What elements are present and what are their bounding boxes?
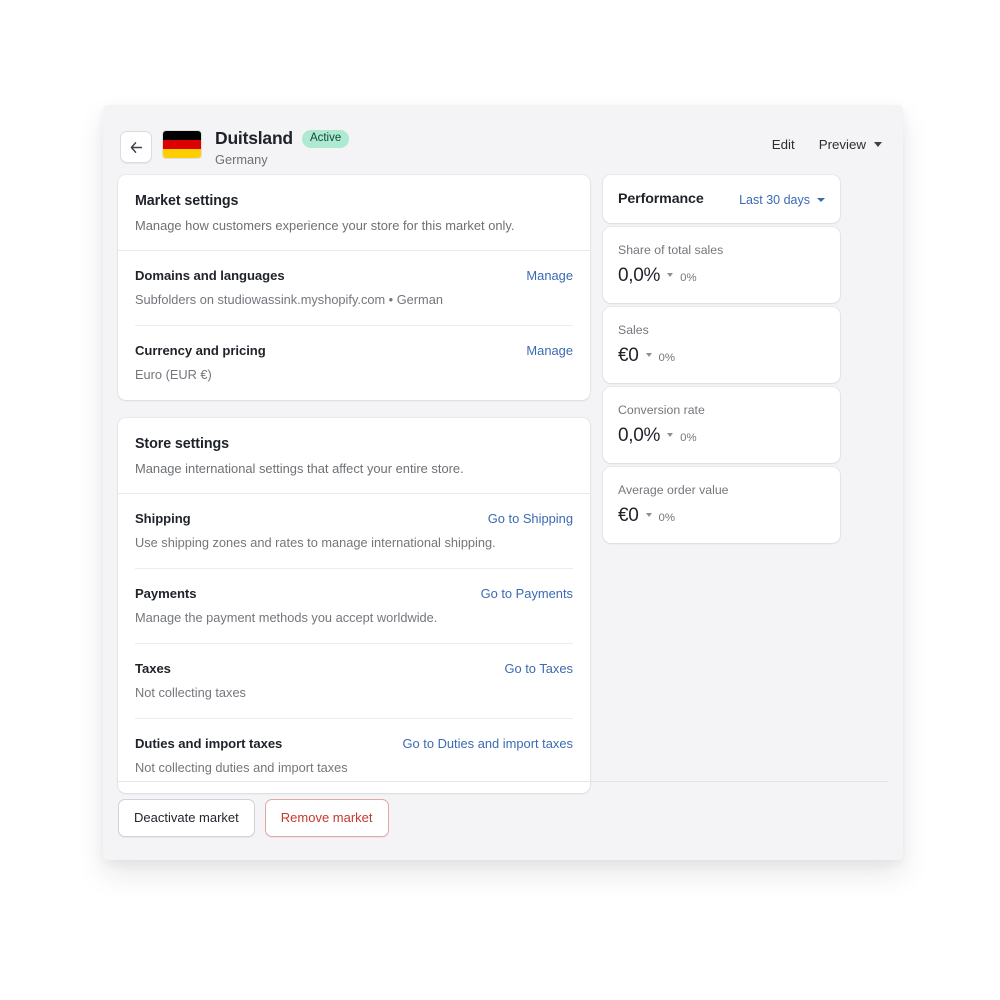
trend-down-icon [645,353,652,357]
edit-button[interactable]: Edit [772,136,795,153]
store-settings-title: Store settings [135,436,229,452]
metric-conversion-rate: Conversion rate 0,0% 0% [603,387,840,463]
setting-row-title: Currency and pricing [135,343,266,358]
setting-row-title: Taxes [135,661,171,676]
page-header: Duitsland Active Germany Edit Preview [103,105,903,175]
metric-value: 0,0% [618,425,661,446]
store-settings-description: Manage international settings that affec… [135,461,464,476]
metric-value: €0 [618,505,639,526]
date-range-selector[interactable]: Last 30 days [739,192,825,208]
market-detail-app: Duitsland Active Germany Edit Preview Ma… [103,105,903,860]
setting-row-shipping: Shipping Go to Shipping Use shipping zon… [135,494,573,568]
date-range-label: Last 30 days [739,192,810,207]
back-button[interactable] [120,131,152,163]
metric-delta: 0% [658,352,676,364]
chevron-down-icon [817,197,825,202]
setting-row-taxes: Taxes Go to Taxes Not collecting taxes [135,643,573,718]
metric-label: Average order value [618,483,729,497]
performance-column: Performance Last 30 days Share of total … [603,175,840,543]
manage-domains-link[interactable]: Manage [526,267,573,284]
market-settings-card: Market settings Manage how customers exp… [118,175,590,400]
trend-down-icon [645,513,652,517]
market-country: Germany [215,152,268,167]
header-actions: Edit Preview [772,136,882,153]
page-title: Duitsland [215,128,293,148]
deactivate-market-button[interactable]: Deactivate market [118,799,255,837]
setting-row-description: Not collecting duties and import taxes [135,760,348,775]
preview-button[interactable]: Preview [819,136,882,153]
trend-down-icon [667,433,674,437]
go-to-shipping-link[interactable]: Go to Shipping [488,510,573,527]
metric-delta: 0% [680,272,697,284]
manage-currency-link[interactable]: Manage [526,342,573,359]
germany-flag-icon [163,131,201,158]
setting-row-title: Payments [135,586,197,601]
market-settings-description: Manage how customers experience your sto… [135,218,515,233]
setting-row-description: Manage the payment methods you accept wo… [135,610,438,625]
trend-down-icon [667,273,674,277]
performance-title: Performance [618,191,704,207]
arrow-left-icon [129,140,144,155]
setting-row-description: Subfolders on studiowassink.myshopify.co… [135,292,443,307]
chevron-down-icon [874,142,882,147]
setting-row-title: Duties and import taxes [135,736,283,751]
setting-row-domains-and-languages: Domains and languages Manage Subfolders … [135,251,573,325]
metric-label: Conversion rate [618,403,705,417]
setting-row-payments: Payments Go to Payments Manage the payme… [135,568,573,643]
metric-delta: 0% [658,512,676,524]
metric-value: 0,0% [618,265,661,286]
market-settings-title: Market settings [135,193,239,209]
settings-column: Market settings Manage how customers exp… [118,175,590,793]
setting-row-description: Euro (EUR €) [135,367,212,382]
market-settings-header: Market settings Manage how customers exp… [118,175,590,250]
setting-row-title: Shipping [135,511,191,526]
performance-header: Performance Last 30 days [603,175,840,223]
metric-sales: Sales €0 0% [603,307,840,383]
metric-label: Share of total sales [618,243,724,257]
go-to-taxes-link[interactable]: Go to Taxes [504,660,573,677]
metric-share-of-total-sales: Share of total sales 0,0% 0% [603,227,840,303]
status-badge: Active [301,129,350,148]
setting-row-currency-and-pricing: Currency and pricing Manage Euro (EUR €) [135,325,573,400]
go-to-duties-link[interactable]: Go to Duties and import taxes [402,735,573,752]
page-footer: Deactivate market Remove market [118,781,888,837]
metric-value: €0 [618,345,639,366]
store-settings-card: Store settings Manage international sett… [118,418,590,793]
performance-card: Performance Last 30 days [603,175,840,223]
market-identity: Duitsland Active Germany [215,128,350,168]
go-to-payments-link[interactable]: Go to Payments [481,585,573,602]
metric-delta: 0% [680,432,697,444]
store-settings-rows: Shipping Go to Shipping Use shipping zon… [118,494,590,793]
setting-row-description: Use shipping zones and rates to manage i… [135,535,496,550]
market-settings-rows: Domains and languages Manage Subfolders … [118,251,590,400]
store-settings-header: Store settings Manage international sett… [118,418,590,493]
metric-label: Sales [618,323,649,337]
remove-market-button[interactable]: Remove market [264,799,389,837]
preview-label: Preview [818,137,866,152]
setting-row-title: Domains and languages [135,268,285,283]
setting-row-description: Not collecting taxes [135,685,246,700]
metric-average-order-value: Average order value €0 0% [603,467,840,543]
